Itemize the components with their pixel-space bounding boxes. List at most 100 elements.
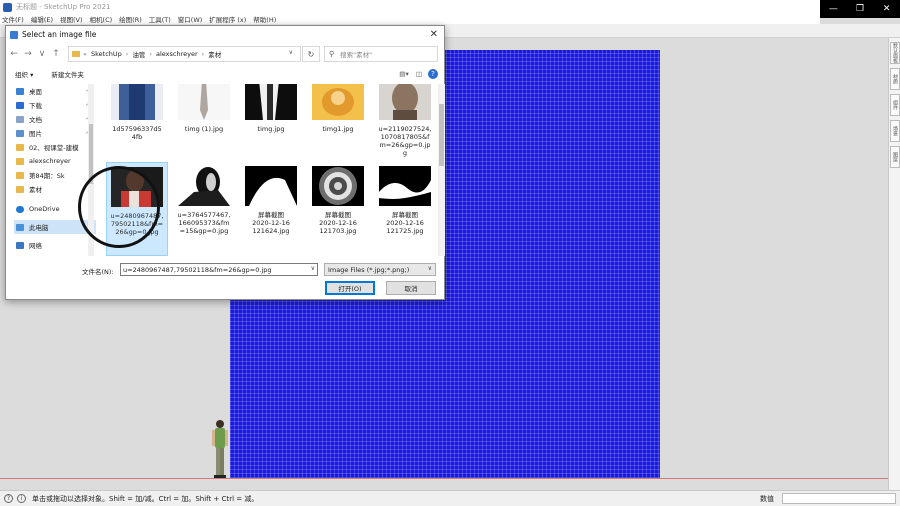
nav-scrollbar[interactable] (88, 84, 94, 256)
nav-scroll-thumb[interactable] (89, 124, 93, 184)
view-mode-icon[interactable]: ▤▾ (398, 68, 410, 79)
file-tile-selected[interactable]: u=2480967487, 79502118&fm= 26&gp=0.jpg (106, 162, 168, 256)
menu-file[interactable]: 文件(F) (2, 14, 24, 24)
filename-input[interactable]: u=2480967487,79502118&fm=26&gp=0.jpg ∨ (120, 263, 318, 276)
close-window-button[interactable]: ✕ (873, 0, 900, 18)
path-overflow[interactable]: « (83, 50, 87, 58)
chevron-down-icon[interactable]: ∨ (289, 49, 293, 56)
breadcrumb-alexschreyer[interactable]: alexschreyer (156, 50, 198, 58)
nav-item-documents[interactable]: 文档✓ (14, 112, 96, 126)
menu-view[interactable]: 视图(V) (60, 14, 83, 24)
nav-item-alexschreyer[interactable]: alexschreyer (14, 154, 96, 168)
file-tile[interactable]: timg1.jpg (307, 84, 369, 133)
file-tile[interactable]: timg.jpg (240, 84, 302, 133)
file-tile[interactable]: 屏幕截图 2020-12-16 121703.jpg (307, 166, 369, 235)
dialog-title: Select an image file (22, 30, 97, 39)
file-tile[interactable]: 屏幕截图 2020-12-16 121624.jpg (240, 166, 302, 235)
up-arrow-icon[interactable]: ↑ (50, 48, 62, 60)
nav-item-pictures[interactable]: 图片✓ (14, 126, 96, 140)
help-icon[interactable]: ? (428, 68, 438, 79)
nav-item-materials[interactable]: 素材 (14, 182, 96, 196)
chevron-down-icon[interactable]: ∨ (428, 265, 432, 272)
nav-item-downloads[interactable]: 下载✓ (14, 98, 96, 112)
back-arrow-icon[interactable]: ← (8, 48, 20, 60)
search-input[interactable]: ⚲ 搜索"素材" (324, 46, 438, 62)
search-icon: ⚲ (329, 50, 335, 58)
chevron-right-icon: › (125, 50, 129, 58)
breadcrumb-sketchup[interactable]: SketchUp (91, 50, 122, 58)
folder-icon (16, 157, 24, 165)
folder-icon (16, 143, 24, 151)
cloud-icon (16, 205, 24, 213)
photo-thumbnail (245, 166, 297, 206)
scale-figure[interactable] (209, 418, 231, 480)
menu-tools[interactable]: 工具(T) (149, 14, 171, 24)
nav-item-episode-84[interactable]: 第84期：Sk (14, 168, 96, 182)
forward-arrow-icon[interactable]: → (22, 48, 34, 60)
menu-help[interactable]: 帮助(H) (253, 14, 276, 24)
menu-edit[interactable]: 编辑(E) (31, 14, 53, 24)
filetype-select[interactable]: Image Files (*.jpg;*.png;) ∨ (324, 263, 436, 276)
open-button[interactable]: 打开(O) (325, 281, 375, 295)
computer-icon (16, 223, 24, 231)
refresh-icon[interactable]: ↻ (302, 46, 320, 62)
photo-thumbnail (379, 84, 431, 120)
breadcrumb-materials[interactable]: 素材 (208, 49, 221, 59)
address-bar[interactable]: « SketchUp › 油管 › alexschreyer › 素材 ∨ (68, 46, 301, 62)
tray-tab-default[interactable]: 默认面板 (890, 42, 900, 64)
photo-thumbnail (245, 84, 297, 120)
status-bar: ? i 单击或拖动以选择对象。Shift = 加/减。Ctrl = 加。Shif… (0, 490, 900, 506)
folder-icon (72, 51, 80, 57)
file-tile[interactable]: 屏幕截图 2020-12-16 121725.jpg (374, 166, 436, 235)
window-controls: — ❐ ✕ (820, 0, 900, 18)
minimize-button[interactable]: — (820, 0, 847, 18)
address-row: ← → ∨ ↑ « SketchUp › 油管 › alexschreyer ›… (6, 44, 444, 64)
menu-extensions[interactable]: 扩展程序 (x) (209, 14, 246, 24)
breadcrumb-youtube[interactable]: 油管 (132, 49, 145, 59)
help-circle-icon[interactable]: ? (4, 494, 13, 503)
info-circle-icon[interactable]: i (17, 494, 26, 503)
maximize-button[interactable]: ❐ (847, 0, 874, 18)
file-scrollbar[interactable] (438, 84, 445, 256)
file-tile[interactable]: u=3764577467, 166095373&fm =15&gp=0.jpg (173, 166, 235, 235)
file-scroll-thumb[interactable] (439, 104, 444, 166)
menu-draw[interactable]: 绘图(R) (119, 14, 142, 24)
photo-thumbnail (312, 84, 364, 120)
menu-window[interactable]: 窗口(W) (178, 14, 203, 24)
tray-tab-layers[interactable]: 图层 (890, 146, 900, 168)
nav-item-folder-02[interactable]: 02、视课堂-建模 (14, 140, 96, 154)
filename-label: 文件名(N): (82, 268, 114, 276)
tray-tab-scenes[interactable]: 场景 (890, 120, 900, 142)
menu-bar: 文件(F) 编辑(E) 视图(V) 相机(C) 绘图(R) 工具(T) 窗口(W… (0, 14, 820, 24)
file-tile[interactable]: u=2119027524, 1070817805&f m=26&gp=0.jp … (374, 84, 436, 157)
nav-item-desktop[interactable]: 桌面✓ (14, 84, 96, 98)
organize-button[interactable]: 组织 ▾ (15, 69, 33, 79)
menu-camera[interactable]: 相机(C) (90, 14, 113, 24)
app-title: 无标题 - SketchUp Pro 2021 (16, 3, 111, 11)
recent-dropdown-icon[interactable]: ∨ (36, 48, 48, 60)
command-bar: 组织 ▾ 新建文件夹 ▤▾ ◫ ? (6, 66, 444, 82)
search-placeholder: 搜索"素材" (340, 51, 373, 59)
navigation-pane: 桌面✓ 下载✓ 文档✓ 图片✓ 02、视课堂-建模 alexschreyer 第… (14, 84, 96, 256)
file-tile[interactable]: timg (1).jpg (173, 84, 235, 133)
preview-pane-icon[interactable]: ◫ (413, 68, 425, 79)
chevron-down-icon[interactable]: ∨ (311, 265, 315, 272)
chevron-right-icon: › (149, 50, 152, 58)
dialog-app-icon (10, 30, 18, 39)
nav-item-this-pc[interactable]: 此电脑 (14, 220, 96, 234)
cancel-button[interactable]: 取消 (386, 281, 436, 295)
nav-item-network[interactable]: 网络 (14, 238, 96, 252)
folder-icon (16, 171, 24, 179)
tray-tab-materials[interactable]: 材质 (890, 68, 900, 90)
tray-tab-components[interactable]: 组件 (890, 94, 900, 116)
nav-item-onedrive[interactable]: OneDrive (14, 202, 96, 216)
filetype-value: Image Files (*.jpg;*.png;) (328, 265, 410, 274)
measurements-input[interactable] (782, 493, 896, 504)
chevron-right-icon: › (201, 50, 205, 58)
new-folder-button[interactable]: 新建文件夹 (51, 69, 84, 79)
file-tile[interactable]: 1d57596337d5 4fb (106, 84, 168, 141)
select-image-dialog: Select an image file ✕ ← → ∨ ↑ « SketchU… (5, 25, 445, 300)
default-tray: 默认面板 材质 组件 场景 图层 (888, 38, 900, 490)
dialog-close-icon[interactable]: ✕ (430, 29, 438, 40)
photo-thumbnail (178, 84, 230, 120)
